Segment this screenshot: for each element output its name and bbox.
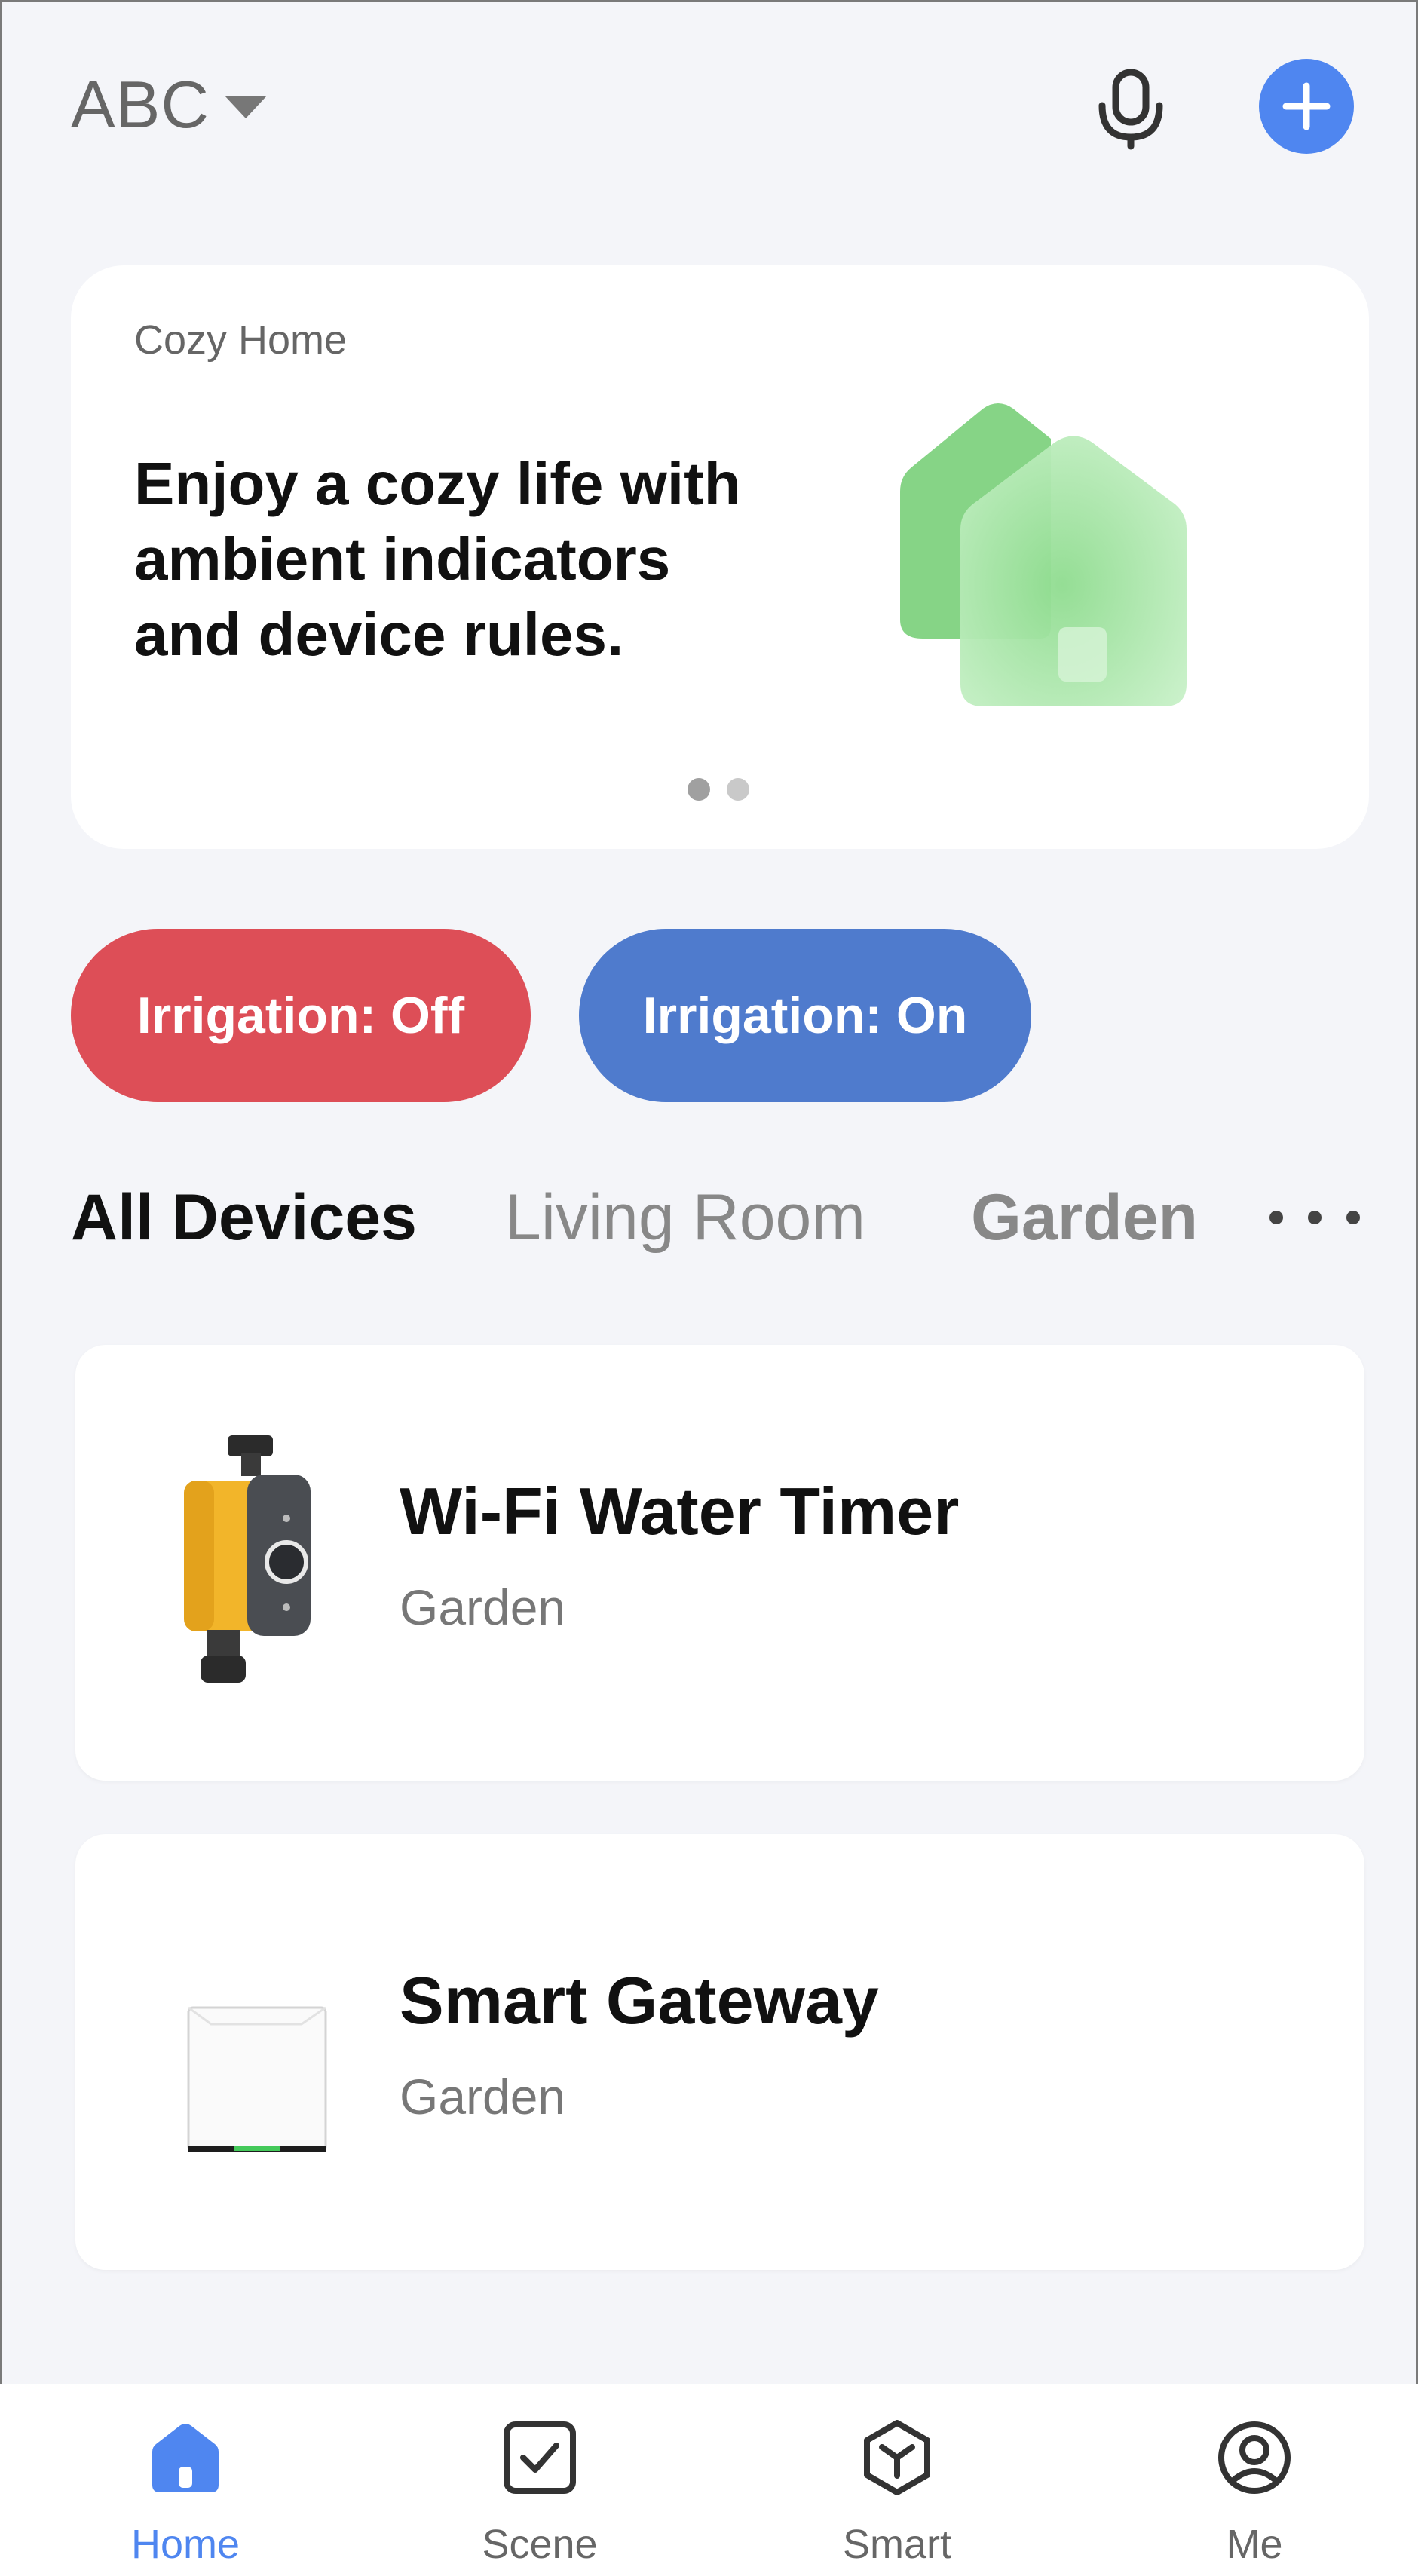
room-tabs: All Devices Living Room Garden <box>71 1176 1375 1259</box>
nav-label: Smart <box>842 2522 952 2567</box>
banner-page-indicator <box>688 778 749 801</box>
device-name: Wi-Fi Water Timer <box>400 1474 960 1548</box>
plus-icon <box>1282 82 1331 130</box>
scene-irrigation-off-button[interactable]: Irrigation: Off <box>71 929 531 1102</box>
page-dot <box>727 778 749 801</box>
device-card-water-timer[interactable]: Wi-Fi Water Timer Garden <box>75 1345 1364 1781</box>
device-card-smart-gateway[interactable]: Smart Gateway Garden <box>75 1834 1364 2270</box>
nav-scene[interactable]: Scene <box>427 2384 653 2576</box>
home-icon <box>152 2424 219 2492</box>
checkbox-icon <box>504 2421 576 2494</box>
nav-label: Home <box>130 2522 240 2567</box>
nav-label: Me <box>1226 2522 1283 2567</box>
voice-button[interactable] <box>1089 64 1172 155</box>
device-room: Garden <box>400 1579 566 1635</box>
page-dot <box>688 778 710 801</box>
water-timer-image <box>184 1435 311 1683</box>
banner-subtitle: Cozy Home <box>134 317 348 363</box>
device-room: Garden <box>400 2069 566 2124</box>
nav-smart[interactable]: Smart <box>784 2384 1010 2576</box>
tab-all-devices[interactable]: All Devices <box>71 1176 417 1259</box>
top-bar: ABC <box>0 0 1418 211</box>
banner-title: Enjoy a cozy life with ambient indicator… <box>134 450 741 668</box>
user-circle-icon <box>1218 2421 1291 2494</box>
home-selector[interactable]: ABC <box>71 66 267 143</box>
nav-me[interactable]: Me <box>1141 2384 1367 2576</box>
scene-irrigation-on-button[interactable]: Irrigation: On <box>579 929 1031 1102</box>
bottom-navigation: Home Scene Smart Me <box>0 2384 1418 2576</box>
device-name: Smart Gateway <box>400 1963 879 2038</box>
caret-down-icon <box>224 96 267 118</box>
smart-hexagon-icon <box>864 2420 930 2495</box>
promo-banner[interactable]: Cozy Home Enjoy a cozy life with ambient… <box>71 265 1369 849</box>
more-horizontal-icon[interactable] <box>1269 1195 1360 1240</box>
add-device-button[interactable] <box>1259 59 1354 154</box>
tab-living-room[interactable]: Living Room <box>505 1176 865 1259</box>
microphone-icon <box>1098 69 1163 150</box>
nav-label: Scene <box>482 2522 598 2567</box>
nav-home[interactable]: Home <box>72 2384 299 2576</box>
gateway-image <box>187 2006 327 2152</box>
tab-garden[interactable]: Garden <box>971 1176 1198 1259</box>
houses-illustration <box>900 403 1187 706</box>
home-name: ABC <box>71 67 210 142</box>
